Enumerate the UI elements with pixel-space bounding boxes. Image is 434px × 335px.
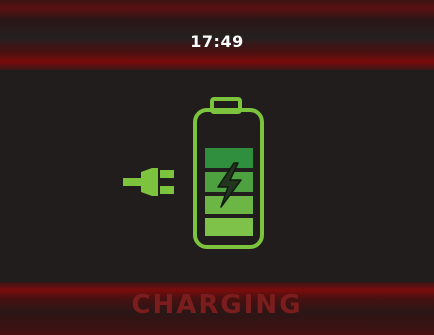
- battery-level-segment: [205, 148, 253, 168]
- plug-icon: [123, 168, 174, 196]
- charging-screen: 17:49 CHARGING: [0, 0, 434, 335]
- battery-level-segment: [205, 196, 253, 214]
- battery-level-segment: [205, 218, 253, 236]
- charging-status-label: CHARGING: [131, 290, 303, 320]
